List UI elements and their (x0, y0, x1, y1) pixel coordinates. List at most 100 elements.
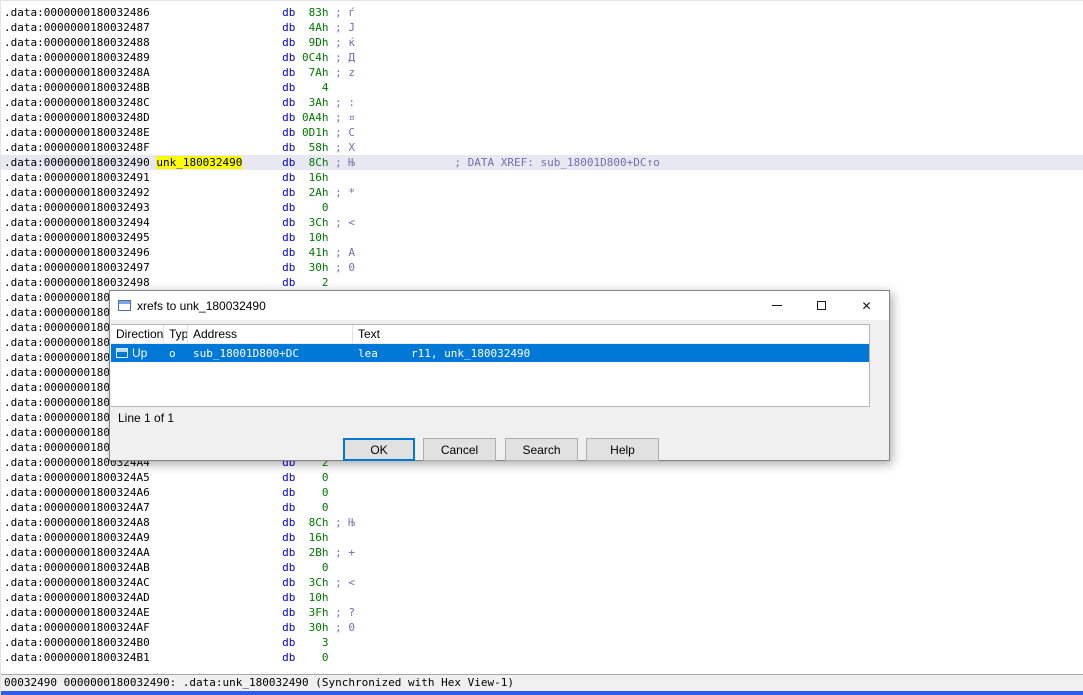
text-segment (242, 156, 282, 169)
listing-line[interactable]: .data:0000000180032490 unk_180032490 db … (1, 155, 1083, 170)
char-comment: ; * (328, 186, 356, 199)
column-header-address[interactable]: Address (188, 325, 353, 343)
text-segment (156, 171, 282, 184)
byte-value: 58h (295, 141, 329, 154)
xref-row[interactable]: Up o sub_18001D800+DC lea r11, unk_18003249… (111, 344, 869, 362)
text-segment (156, 126, 282, 139)
listing-line[interactable]: .data:0000000180032496 db 41h ; A (1, 245, 1083, 260)
xref-comment: ; DATA XREF: sub_18001D800+DC↑o (454, 156, 660, 169)
listing-line[interactable]: .data:00000001800324AB db 0 (1, 560, 1083, 575)
listing-line[interactable]: .data:0000000180032495 db 10h (1, 230, 1083, 245)
byte-value: 0D1h (295, 126, 329, 139)
listing-line[interactable]: .data:0000000180032492 db 2Ah ; * (1, 185, 1083, 200)
close-button[interactable]: ✕ (844, 291, 889, 320)
byte-value: 9Dh (295, 36, 329, 49)
listing-line[interactable]: .data:00000001800324A6 db 0 (1, 485, 1083, 500)
text-segment (156, 561, 282, 574)
listing-line[interactable]: .data:0000000180032497 db 30h ; 0 (1, 260, 1083, 275)
directive: db (282, 126, 296, 139)
address: .data:000000018003248B (4, 81, 150, 94)
address: .data:000000018003248C (4, 96, 150, 109)
search-button[interactable]: Search (505, 438, 578, 461)
directive: db (282, 576, 296, 589)
listing-line[interactable]: .data:0000000180032489 db 0C4h ; Д (1, 50, 1083, 65)
address: .data:00000001800324AA (4, 546, 150, 559)
address: .data:000000018003248F (4, 141, 150, 154)
address: .data:00000001800324AC (4, 576, 150, 589)
xref-direction: Up (132, 346, 148, 360)
xref-item-icon (116, 348, 128, 358)
byte-value: 0 (295, 501, 329, 514)
listing-line[interactable]: .data:00000001800324B0 db 3 (1, 635, 1083, 650)
xref-address-cell: sub_18001D800+DC (193, 346, 299, 360)
address: .data:000000018003248A (4, 66, 150, 79)
listing-line[interactable]: .data:00000001800324AD db 10h (1, 590, 1083, 605)
listing-line[interactable]: .data:0000000180032493 db 0 (1, 200, 1083, 215)
maximize-button[interactable] (799, 291, 844, 320)
address: .data:00000001800324A9 (4, 531, 150, 544)
listing-line[interactable]: .data:0000000180032494 db 3Ch ; < (1, 215, 1083, 230)
directive: db (282, 141, 296, 154)
text-segment (156, 516, 282, 529)
byte-value: 2Bh (295, 546, 329, 559)
text-segment (156, 186, 282, 199)
column-header-text[interactable]: Text (353, 325, 869, 343)
listing-line[interactable]: .data:000000018003248D db 0A4h ; ¤ (1, 110, 1083, 125)
listing-line[interactable]: .data:0000000180032487 db 4Ah ; J (1, 20, 1083, 35)
directive: db (282, 531, 296, 544)
byte-value: 2 (295, 276, 329, 289)
help-button[interactable]: Help (586, 438, 659, 461)
byte-value: 0 (295, 486, 329, 499)
listing-line[interactable]: .data:00000001800324AE db 3Fh ; ? (1, 605, 1083, 620)
listing-line[interactable]: .data:0000000180032486 db 83h ; ѓ (1, 5, 1083, 20)
address: .data:00000001800324A6 (4, 486, 150, 499)
column-header-direction[interactable]: Direction (111, 325, 164, 343)
xrefs-list-body: Up o sub_18001D800+DC lea r11, unk_18003249… (111, 344, 869, 362)
text-segment (156, 651, 282, 664)
listing-line[interactable]: .data:00000001800324A8 db 8Ch ; Њ (1, 515, 1083, 530)
xrefs-list[interactable]: Direction Typ Address Text Up o sub_18001D800… (111, 324, 870, 407)
byte-value: 0 (295, 651, 329, 664)
listing-line[interactable]: .data:000000018003248A db 7Ah ; z (1, 65, 1083, 80)
byte-value: 0A4h (295, 111, 329, 124)
ok-button[interactable]: OK (343, 438, 415, 461)
listing-line[interactable]: .data:000000018003248E db 0D1h ; С (1, 125, 1083, 140)
column-header-typ[interactable]: Typ (164, 325, 188, 343)
directive: db (282, 111, 296, 124)
listing-line[interactable]: .data:00000001800324AF db 30h ; 0 (1, 620, 1083, 635)
char-comment: ; A (328, 246, 356, 259)
highlighted-name: unk_180032490 (156, 156, 243, 169)
close-icon: ✕ (861, 298, 872, 313)
listing-line[interactable]: .data:0000000180032498 db 2 (1, 275, 1083, 290)
xrefs-dialog: xrefs to unk_180032490 ✕ Direction Typ Add… (109, 290, 890, 461)
address: .data:0000000180032492 (4, 186, 150, 199)
xref-direction-cell: Up (111, 344, 164, 362)
address: .data:0000000180032490 (4, 156, 150, 169)
bottom-accent-strip (1, 691, 1083, 695)
minimize-button[interactable] (754, 291, 799, 320)
listing-line[interactable]: .data:00000001800324A5 db 0 (1, 470, 1083, 485)
listing-line[interactable]: .data:00000001800324AC db 3Ch ; < (1, 575, 1083, 590)
address: .data:00000001800324AB (4, 561, 150, 574)
listing-line[interactable]: .data:00000001800324A9 db 16h (1, 530, 1083, 545)
status-bar: 00032490 0000000180032490: .data:unk_180… (1, 674, 1083, 691)
listing-line[interactable]: .data:0000000180032488 db 9Dh ; ќ (1, 35, 1083, 50)
directive: db (282, 216, 296, 229)
directive: db (282, 651, 296, 664)
char-comment: ; z (328, 66, 356, 79)
dialog-titlebar[interactable]: xrefs to unk_180032490 ✕ (110, 291, 889, 320)
listing-line[interactable]: .data:00000001800324A7 db 0 (1, 500, 1083, 515)
directive: db (282, 636, 296, 649)
listing-line[interactable]: .data:000000018003248F db 58h ; X (1, 140, 1083, 155)
byte-value: 16h (295, 171, 329, 184)
directive: db (282, 486, 296, 499)
text-segment (156, 261, 282, 274)
text-segment (156, 591, 282, 604)
listing-line[interactable]: .data:00000001800324B1 db 0 (1, 650, 1083, 665)
listing-line[interactable]: .data:000000018003248C db 3Ah ; : (1, 95, 1083, 110)
cancel-button[interactable]: Cancel (423, 438, 496, 461)
listing-line[interactable]: .data:000000018003248B db 4 (1, 80, 1083, 95)
address: .data:0000000180032497 (4, 261, 150, 274)
listing-line[interactable]: .data:00000001800324AA db 2Bh ; + (1, 545, 1083, 560)
listing-line[interactable]: .data:0000000180032491 db 16h (1, 170, 1083, 185)
